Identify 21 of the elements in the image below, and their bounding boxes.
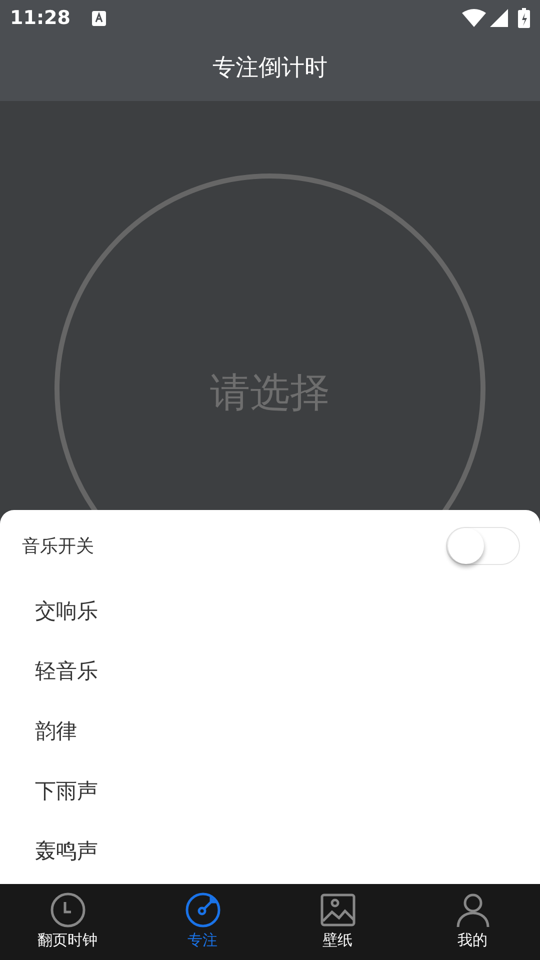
music-option[interactable]: 轻音乐: [0, 642, 540, 702]
nav-tab[interactable]: 翻页时钟: [0, 884, 135, 960]
signal-icon: [490, 9, 508, 27]
nav-tab[interactable]: 专注: [135, 884, 270, 960]
music-option[interactable]: 韵律: [0, 702, 540, 762]
battery-icon: [518, 8, 530, 28]
page-title: 专注倒计时: [212, 54, 328, 84]
music-option[interactable]: 轰鸣声: [0, 822, 540, 882]
toggle-label: 音乐开关: [22, 534, 94, 558]
target-icon: [184, 892, 220, 928]
music-option[interactable]: 下雨声: [0, 762, 540, 822]
music-switch[interactable]: [446, 527, 520, 565]
nav-tab[interactable]: 我的: [405, 884, 540, 960]
user-icon: [454, 892, 490, 928]
status-time: 11:28: [10, 6, 70, 31]
music-option[interactable]: 交响乐: [0, 582, 540, 642]
clock-icon: [50, 892, 86, 928]
keyboard-icon: [92, 10, 106, 26]
image-icon: [320, 892, 356, 928]
nav-tab[interactable]: 壁纸: [270, 884, 405, 960]
wifi-icon: [462, 9, 486, 27]
